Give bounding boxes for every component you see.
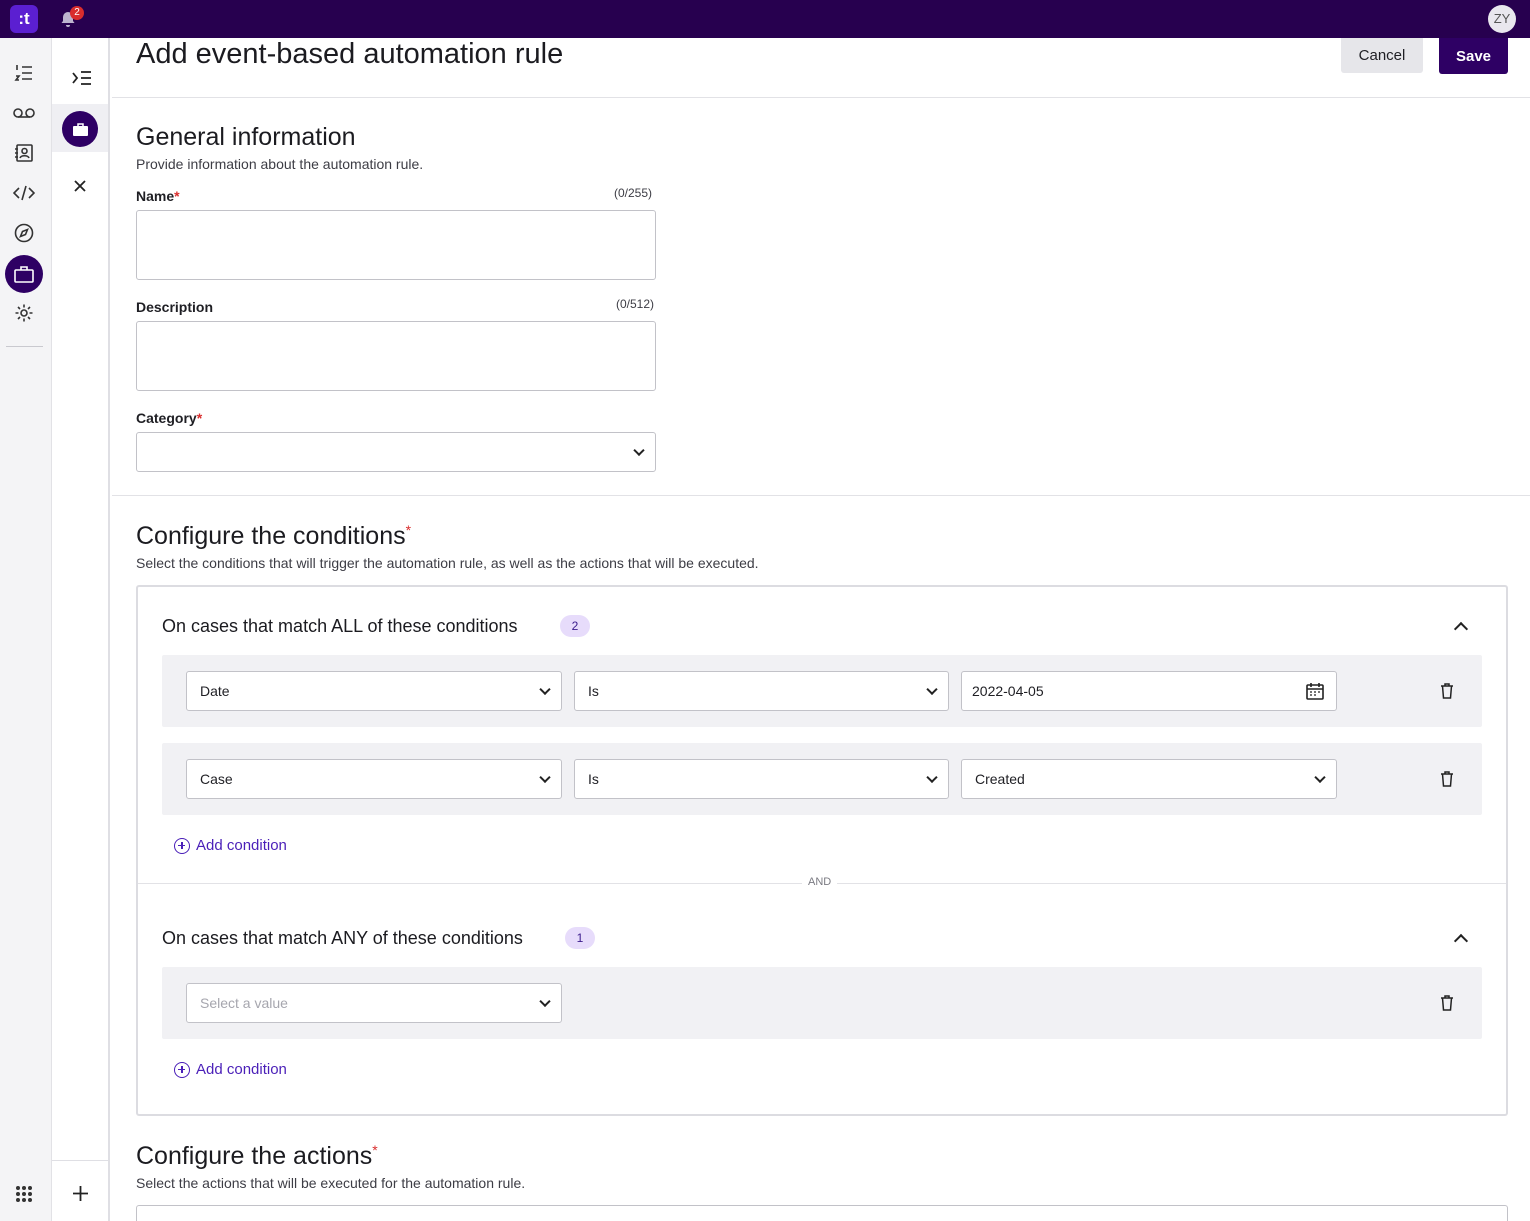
condition-value-value: Created: [975, 771, 1025, 787]
voicemail-icon[interactable]: [12, 101, 36, 125]
condition-field-select[interactable]: Case: [186, 759, 562, 799]
plus-circle-icon: [174, 1061, 190, 1078]
notification-badge: 2: [70, 6, 84, 20]
conditions-section-title: Configure the conditions*: [136, 522, 412, 550]
contacts-book-icon[interactable]: [12, 141, 36, 165]
trash-icon[interactable]: [1440, 683, 1454, 699]
briefcase-icon: [72, 122, 88, 136]
rail-divider: [6, 346, 43, 347]
name-label: Name*: [136, 188, 180, 204]
compass-icon[interactable]: [12, 221, 36, 245]
all-conditions-title: On cases that match ALL of these conditi…: [162, 616, 518, 636]
condition-field-value: Date: [200, 683, 230, 699]
category-select[interactable]: [136, 432, 656, 472]
add-condition-button[interactable]: Add condition: [174, 837, 287, 854]
condition-operator-select[interactable]: Is: [574, 671, 949, 711]
condition-row: Select a value: [162, 967, 1482, 1039]
secondary-nav: [52, 38, 110, 1221]
condition-operator-value: Is: [588, 683, 599, 699]
chevron-down-icon: [633, 444, 645, 457]
chevron-down-icon: [539, 771, 551, 784]
plus-icon[interactable]: [73, 1186, 88, 1201]
condition-date-value: 2022-04-05: [972, 683, 1044, 699]
list-numbered-icon[interactable]: [12, 61, 36, 85]
calendar-icon[interactable]: [1306, 682, 1324, 700]
chevron-down-icon: [1314, 771, 1326, 784]
close-icon[interactable]: [74, 180, 86, 192]
apps-grid-icon[interactable]: [12, 1182, 36, 1206]
code-icon[interactable]: [12, 181, 36, 205]
main-content: Add event-based automation rule Cancel S…: [112, 38, 1530, 1221]
chevron-down-icon: [539, 683, 551, 696]
chevron-down-icon: [926, 683, 938, 696]
condition-date-input[interactable]: 2022-04-05: [961, 671, 1337, 711]
actions-section-subtitle: Select the actions that will be executed…: [136, 1175, 526, 1191]
condition-field-placeholder: Select a value: [200, 995, 288, 1011]
section-divider: [112, 495, 1530, 496]
app-logo[interactable]: :t: [10, 5, 38, 33]
add-condition-label: Add condition: [196, 1061, 287, 1078]
name-field[interactable]: [136, 210, 656, 280]
actions-section-title: Configure the actions*: [136, 1142, 378, 1170]
condition-operator-value: Is: [588, 771, 599, 787]
category-label: Category*: [136, 410, 203, 426]
header-divider: [112, 97, 1530, 98]
plus-circle-icon: [174, 837, 190, 854]
left-rail: [0, 38, 52, 1221]
add-condition-label: Add condition: [196, 837, 287, 854]
add-condition-button[interactable]: Add condition: [174, 1061, 287, 1078]
conditions-section-subtitle: Select the conditions that will trigger …: [136, 555, 759, 571]
chevron-up-icon[interactable]: [1453, 933, 1469, 949]
chevron-up-icon[interactable]: [1453, 621, 1469, 637]
condition-operator-select[interactable]: Is: [574, 759, 949, 799]
condition-field-select[interactable]: Date: [186, 671, 562, 711]
condition-field-select[interactable]: Select a value: [186, 983, 562, 1023]
save-button[interactable]: Save: [1439, 38, 1508, 74]
chevron-down-icon: [926, 771, 938, 784]
chevron-down-icon: [539, 995, 551, 1008]
top-bar: :t 2 ZY: [0, 0, 1530, 38]
cancel-button[interactable]: Cancel: [1341, 38, 1423, 73]
briefcase-icon[interactable]: [12, 262, 36, 286]
trash-icon[interactable]: [1440, 771, 1454, 787]
general-section-title: General information: [136, 123, 356, 151]
actions-panel: [136, 1205, 1508, 1221]
any-conditions-title: On cases that match ANY of these conditi…: [162, 928, 523, 948]
subnav-briefcase-button[interactable]: [62, 111, 98, 147]
gear-icon[interactable]: [12, 301, 36, 325]
description-label: Description: [136, 299, 214, 315]
any-conditions-count-badge: 1: [565, 927, 595, 949]
description-counter: (0/512): [616, 297, 655, 311]
avatar[interactable]: ZY: [1488, 5, 1516, 33]
all-conditions-count-badge: 2: [560, 615, 590, 637]
condition-field-value: Case: [200, 771, 233, 787]
trash-icon[interactable]: [1440, 995, 1454, 1011]
condition-value-select[interactable]: Created: [961, 759, 1337, 799]
condition-row: Case Is Created: [162, 743, 1482, 815]
menu-collapse-icon[interactable]: [72, 70, 92, 86]
condition-row: Date Is 2022-04-05: [162, 655, 1482, 727]
subnav-divider: [52, 1160, 108, 1161]
description-field[interactable]: [136, 321, 656, 391]
page-title: Add event-based automation rule: [136, 38, 564, 70]
conditions-panel: On cases that match ALL of these conditi…: [136, 585, 1508, 1116]
general-section-subtitle: Provide information about the automation…: [136, 156, 424, 172]
name-counter: (0/255): [614, 186, 653, 200]
and-label: AND: [802, 876, 838, 888]
